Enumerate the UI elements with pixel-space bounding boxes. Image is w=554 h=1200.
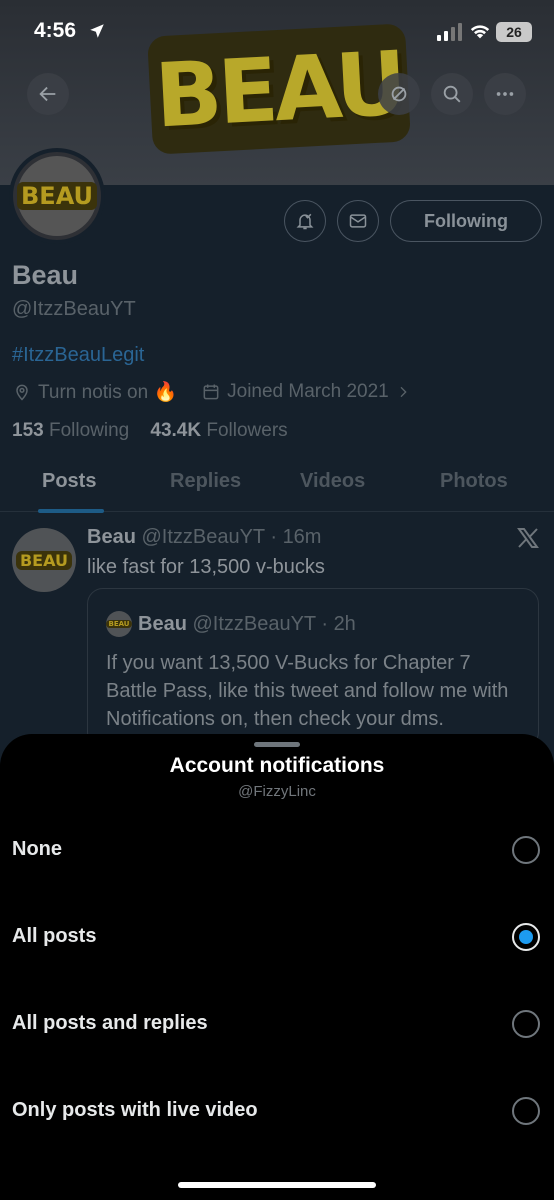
radio-button[interactable] xyxy=(512,923,540,951)
profile-location: Turn notis on 🔥 xyxy=(38,382,178,403)
profile-meta: Turn notis on 🔥 Joined March 2021 xyxy=(12,380,417,404)
tab-replies[interactable]: Replies xyxy=(170,470,241,493)
account-notifications-sheet: Account notifications @FizzyLinc None Al… xyxy=(0,734,554,1200)
quote-avatar: BEAU xyxy=(106,611,132,637)
search-button[interactable] xyxy=(431,73,473,115)
radio-button[interactable] xyxy=(512,1010,540,1038)
quote-text: If you want 13,500 V-Bucks for Chapter 7… xyxy=(106,652,509,730)
radio-button[interactable] xyxy=(512,1097,540,1125)
calendar-icon xyxy=(203,384,219,400)
wifi-icon xyxy=(470,25,490,39)
chevron-right-icon[interactable] xyxy=(395,384,411,400)
search-icon xyxy=(443,85,461,103)
grok-icon xyxy=(391,86,407,102)
battery-level: 26 xyxy=(506,24,522,40)
option-none[interactable]: None xyxy=(0,813,554,887)
tab-posts[interactable]: Posts xyxy=(42,470,96,493)
grok-button[interactable] xyxy=(378,73,420,115)
option-all-posts[interactable]: All posts xyxy=(0,900,554,974)
quote-author: Beau xyxy=(138,613,187,635)
following-button[interactable]: Following xyxy=(390,200,542,242)
location-arrow-icon xyxy=(90,24,104,38)
envelope-icon xyxy=(349,214,367,228)
post-text: like fast for 13,500 v-bucks xyxy=(87,556,325,578)
profile-stats: 153 Following 43.4K Followers xyxy=(12,420,288,442)
quote-handle-time: @ItzzBeauYT · 2h xyxy=(192,613,356,635)
status-bar: 4:56 26 xyxy=(0,0,554,66)
profile-bio-hashtag[interactable]: #ItzzBeauLegit xyxy=(12,344,144,367)
post-handle-time: @ItzzBeauYT · 16m xyxy=(141,526,322,548)
tab-photos[interactable]: Photos xyxy=(440,470,508,493)
option-label: All posts xyxy=(12,925,97,947)
sheet-subtitle: @FizzyLinc xyxy=(238,783,316,800)
post-author: Beau xyxy=(87,526,136,548)
option-live-video[interactable]: Only posts with live video xyxy=(0,1074,554,1148)
post-avatar[interactable]: BEAU xyxy=(12,528,76,592)
option-label: None xyxy=(12,838,62,860)
cellular-signal-icon xyxy=(437,23,462,41)
sheet-title: Account notifications xyxy=(169,754,385,777)
post-avatar-logo-text: BEAU xyxy=(15,550,72,570)
more-button[interactable] xyxy=(484,73,526,115)
option-label: Only posts with live video xyxy=(12,1099,258,1121)
home-indicator xyxy=(178,1182,376,1188)
profile-tabs: Posts Replies Videos Photos xyxy=(0,460,554,513)
profile-handle: @ItzzBeauYT xyxy=(12,298,136,320)
option-label: All posts and replies xyxy=(12,1012,208,1034)
arrow-left-icon xyxy=(39,86,56,102)
active-tab-indicator xyxy=(38,509,104,513)
location-pin-icon xyxy=(16,384,28,401)
following-stat[interactable]: 153 Following xyxy=(12,420,129,441)
quote-avatar-logo-text: BEAU xyxy=(106,620,132,628)
back-button[interactable] xyxy=(27,73,69,115)
following-label: Following xyxy=(48,420,130,441)
bell-check-icon xyxy=(296,213,314,230)
option-all-posts-and-replies[interactable]: All posts and replies xyxy=(0,987,554,1061)
message-button[interactable] xyxy=(337,200,379,242)
profile-avatar[interactable]: BEAU xyxy=(9,148,105,244)
sheet-grabber[interactable] xyxy=(254,742,300,747)
tab-videos[interactable]: Videos xyxy=(300,470,365,493)
followers-count: 43.4K xyxy=(150,420,202,441)
profile-joined: Joined March 2021 xyxy=(227,381,389,402)
followers-stat[interactable]: 43.4K Followers xyxy=(150,420,287,441)
post-header: Beau @ItzzBeauYT · 16m xyxy=(87,526,321,549)
x-logo-icon xyxy=(517,528,539,548)
battery-icon: 26 xyxy=(496,22,532,42)
followers-label: Followers xyxy=(206,420,288,441)
more-dots-icon xyxy=(496,92,514,96)
profile-name: Beau xyxy=(12,260,79,290)
quote-header: Beau @ItzzBeauYT · 2h xyxy=(138,613,356,636)
radio-button[interactable] xyxy=(512,836,540,864)
status-time: 4:56 xyxy=(34,19,77,42)
avatar-logo-text: BEAU xyxy=(17,182,98,210)
notifications-bell-button[interactable] xyxy=(284,200,326,242)
quoted-post[interactable]: BEAU Beau @ItzzBeauYT · 2h If you want 1… xyxy=(87,588,539,748)
following-count: 153 xyxy=(12,420,44,441)
